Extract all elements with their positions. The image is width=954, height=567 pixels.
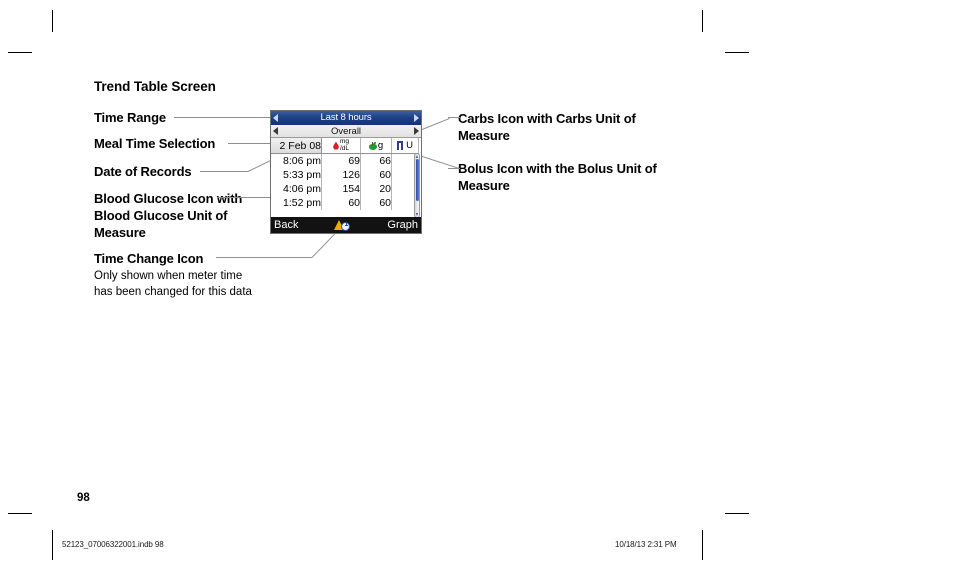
- meal-time-next-arrow-icon[interactable]: [414, 127, 419, 135]
- callout-time-change-note: Only shown when meter time has been chan…: [94, 270, 252, 299]
- crop-mark-top-left-vertical: [52, 10, 53, 32]
- back-button[interactable]: Back: [274, 219, 298, 231]
- trend-table-scrollbar[interactable]: [414, 153, 420, 218]
- bolus-unit: U: [406, 140, 413, 151]
- page-title: Trend Table Screen: [94, 79, 216, 94]
- column-header-carbs: g: [360, 138, 392, 154]
- table-row[interactable]: 1:52 pm 60 60: [271, 195, 419, 210]
- meal-time-prev-arrow-icon[interactable]: [273, 127, 278, 135]
- apple-icon: [368, 141, 377, 150]
- record-blood-glucose: 154: [321, 181, 361, 196]
- crop-mark-top-right-vertical: [702, 10, 703, 32]
- record-carbs: 66: [360, 153, 392, 168]
- column-header-bolus: U: [391, 138, 419, 154]
- trend-table-header-row: 2 Feb 08 mg /dL g U: [271, 138, 419, 154]
- meter-screen: Last 8 hours Overall 2 Feb 08 mg /dL g U…: [270, 110, 422, 234]
- time-range-value: Last 8 hours: [320, 112, 372, 123]
- time-range-bar[interactable]: Last 8 hours: [271, 111, 421, 125]
- meal-time-selection-bar[interactable]: Overall: [271, 125, 421, 138]
- callout-meal-time-label: Meal Time Selection: [94, 136, 216, 151]
- carbs-unit: g: [377, 140, 384, 151]
- callout-date-of-records: Date of Records: [94, 163, 192, 180]
- crop-mark-bottom-left-horizontal: [8, 513, 32, 514]
- callout-time-range: Time Range: [94, 109, 166, 126]
- record-blood-glucose: 126: [321, 167, 361, 182]
- table-row[interactable]: 8:06 pm 69 66: [271, 153, 419, 168]
- leader-line-time-range: [174, 117, 270, 118]
- blood-glucose-unit: mg /dL: [339, 138, 350, 152]
- bolus-icon: [397, 141, 405, 150]
- callout-time-change-label: Time Change Icon: [94, 251, 204, 266]
- date-of-records: 2 Feb 08: [271, 138, 322, 154]
- crop-mark-footer-left-vertical: [52, 530, 53, 560]
- record-time: 8:06 pm: [271, 153, 322, 168]
- crop-mark-top-right-horizontal: [725, 52, 749, 53]
- leader-line-time-change-diagonal: [311, 232, 336, 258]
- meter-bottom-bar: Back Graph: [271, 217, 421, 233]
- scroll-up-arrow-icon[interactable]: [416, 155, 418, 158]
- scroll-down-arrow-icon[interactable]: [416, 213, 418, 216]
- callout-bolus-label: Bolus Icon with the Bolus Unit of Measur…: [458, 161, 657, 194]
- record-carbs: 60: [360, 167, 392, 182]
- callout-carbs-label: Carbs Icon with Carbs Unit of Measure: [458, 111, 636, 144]
- trend-table: 2 Feb 08 mg /dL g U 8:06 pm 69 66 5:33 p…: [271, 138, 419, 210]
- time-range-prev-arrow-icon[interactable]: [273, 114, 278, 122]
- footer-file-name: 52123_07006322001.indb 98: [62, 540, 164, 549]
- column-header-blood-glucose: mg /dL: [321, 138, 361, 154]
- record-blood-glucose: 69: [321, 153, 361, 168]
- footer-timestamp: 10/18/13 2:31 PM: [615, 540, 677, 549]
- graph-button[interactable]: Graph: [387, 219, 418, 231]
- callout-meal-time-selection: Meal Time Selection: [94, 135, 215, 152]
- callout-carbs-icon: Carbs Icon with Carbs Unit of Measure: [458, 110, 668, 144]
- leader-line-time-change: [216, 257, 312, 258]
- scrollbar-thumb[interactable]: [415, 159, 419, 201]
- meal-time-value: Overall: [330, 125, 362, 137]
- crop-mark-bottom-right-horizontal: [725, 513, 749, 514]
- table-row[interactable]: 4:06 pm 154 20: [271, 181, 419, 196]
- callout-blood-glucose-label: Blood Glucose Icon with Blood Glucose Un…: [94, 191, 243, 241]
- time-change-icon: [334, 219, 351, 231]
- record-time: 5:33 pm: [271, 167, 322, 182]
- crop-mark-footer-right-vertical: [702, 530, 703, 560]
- record-carbs: 60: [360, 195, 392, 210]
- leader-line-date-records: [200, 171, 248, 172]
- bg-unit-denominator: /dL: [339, 144, 350, 152]
- record-blood-glucose: 60: [321, 195, 361, 210]
- callout-time-range-label: Time Range: [94, 110, 166, 125]
- callout-date-of-records-label: Date of Records: [94, 164, 192, 179]
- record-time: 4:06 pm: [271, 181, 322, 196]
- record-time: 1:52 pm: [271, 195, 322, 210]
- time-range-next-arrow-icon[interactable]: [414, 114, 419, 122]
- blood-drop-icon: [332, 141, 339, 150]
- crop-mark-top-left-horizontal: [8, 52, 32, 53]
- table-row[interactable]: 5:33 pm 126 60: [271, 167, 419, 182]
- page-number: 98: [77, 492, 90, 504]
- leader-line-carbs-icon: [448, 117, 460, 118]
- callout-bolus-icon: Bolus Icon with the Bolus Unit of Measur…: [458, 160, 673, 194]
- record-carbs: 20: [360, 181, 392, 196]
